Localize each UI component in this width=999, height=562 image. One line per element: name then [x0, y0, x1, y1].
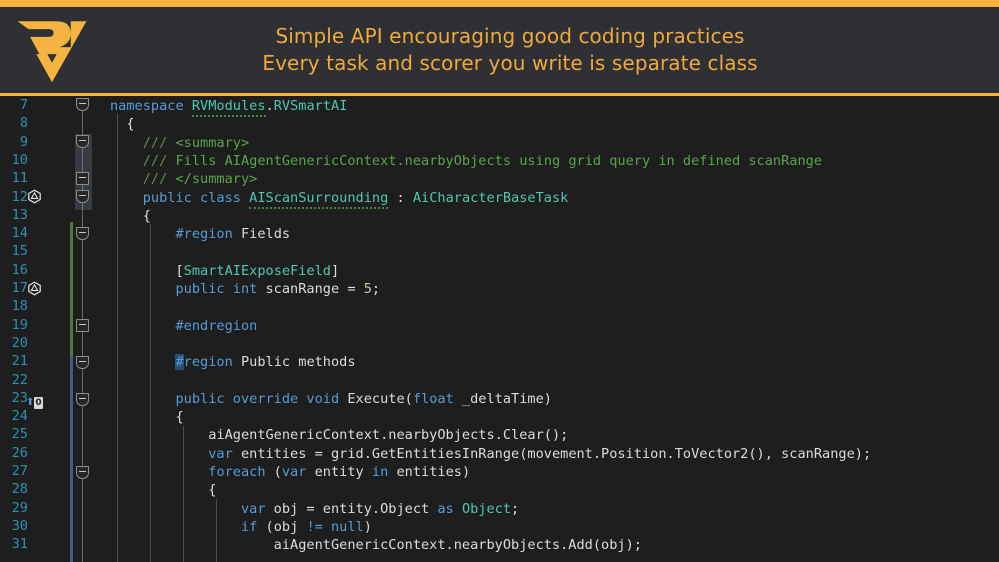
code-line-26[interactable]: var entities = grid.GetEntitiesInRange(m…: [110, 445, 871, 463]
header-line-1: Simple API encouraging good coding pract…: [275, 24, 745, 48]
line-number-19: 19: [11, 316, 28, 333]
code-line-14[interactable]: #region Fields: [110, 225, 290, 243]
code-editor[interactable]: 7 8 9 10 11 12 13 14 15 16 17 18 19 20 21 22 23 24 25 26 27 2…: [0, 96, 999, 562]
line-number-16: 16: [11, 261, 28, 278]
code-line-27[interactable]: foreach (var entity in entities): [110, 463, 470, 481]
code-line-11[interactable]: /// </summary>: [110, 170, 258, 188]
line-number-15: 15: [11, 243, 28, 260]
code-line-8[interactable]: {: [110, 115, 134, 133]
line-number-7: 7: [19, 97, 28, 113]
code-line-29[interactable]: var obj = entity.Object as Object;: [110, 500, 519, 518]
unity-icon-line-12[interactable]: [27, 189, 42, 204]
presentation-header: Simple API encouraging good coding pract…: [0, 7, 999, 95]
unity-icon-line-17[interactable]: [27, 281, 42, 296]
line-number-8: 8: [19, 115, 28, 132]
code-line-31[interactable]: aiAgentGenericContext.nearbyObjects.Add(…: [110, 536, 642, 554]
line-number-23: 23: [11, 389, 28, 406]
line-number-11: 11: [11, 170, 28, 187]
line-number-28: 28: [11, 481, 28, 498]
line-number-26: 26: [11, 444, 28, 461]
code-line-21[interactable]: #region Public methods: [110, 353, 356, 371]
code-line-19[interactable]: #endregion: [110, 317, 257, 335]
header-text-block: Simple API encouraging good coding pract…: [150, 23, 870, 77]
line-number-10: 10: [11, 151, 28, 168]
code-lens-reference-icon-line-23[interactable]: ⬆0: [26, 397, 43, 409]
line-number-13: 13: [11, 206, 28, 223]
code-line-7[interactable]: namespace RVModules.RVSmartAI: [110, 97, 347, 117]
reference-count: 0: [34, 397, 43, 409]
line-number-12: 12: [11, 188, 28, 205]
line-number-9: 9: [19, 133, 28, 150]
line-number-27: 27: [11, 463, 28, 479]
code-line-10[interactable]: /// Fills AIAgentGenericContext.nearbyOb…: [110, 152, 822, 170]
code-line-9[interactable]: /// <summary>: [110, 134, 249, 152]
code-line-28[interactable]: {: [110, 481, 216, 499]
line-number-31: 31: [11, 536, 28, 553]
code-line-13[interactable]: {: [110, 207, 151, 225]
text-cursor: #: [175, 354, 184, 371]
code-line-25[interactable]: aiAgentGenericContext.nearbyObjects.Clea…: [110, 426, 568, 444]
line-number-30: 30: [11, 517, 28, 534]
screenshot-root: Simple API encouraging good coding pract…: [0, 0, 999, 562]
code-line-16[interactable]: [SmartAIExposeField]: [110, 262, 339, 280]
line-number-17: 17: [11, 280, 28, 296]
code-line-30[interactable]: if (obj != null): [110, 518, 372, 536]
line-number-21: 21: [11, 353, 28, 370]
code-line-17[interactable]: public int scanRange = 5;: [110, 280, 380, 298]
top-accent-bar: [0, 0, 999, 7]
line-number-22: 22: [11, 371, 28, 388]
editor-gutter[interactable]: 7 8 9 10 11 12 13 14 15 16 17 18 19 20 21 22 23 24 25 26 27 2…: [0, 96, 100, 562]
line-number-29: 29: [11, 499, 28, 516]
code-line-23[interactable]: public override void Execute(float _delt…: [110, 390, 552, 408]
rv-logo: [12, 15, 92, 87]
code-line-12[interactable]: public class AIScanSurrounding : AiChara…: [110, 189, 568, 209]
line-number-20: 20: [11, 334, 28, 351]
line-number-14: 14: [11, 225, 28, 242]
code-text-area[interactable]: namespace RVModules.RVSmartAI { /// <sum…: [100, 96, 999, 562]
line-number-25: 25: [11, 426, 28, 443]
header-line-2: Every task and scorer you write is separ…: [262, 51, 758, 75]
reference-arrow-icon: ⬆: [26, 397, 35, 408]
code-line-24[interactable]: {: [110, 408, 183, 426]
line-number-24: 24: [11, 408, 28, 425]
line-number-18: 18: [11, 298, 28, 315]
